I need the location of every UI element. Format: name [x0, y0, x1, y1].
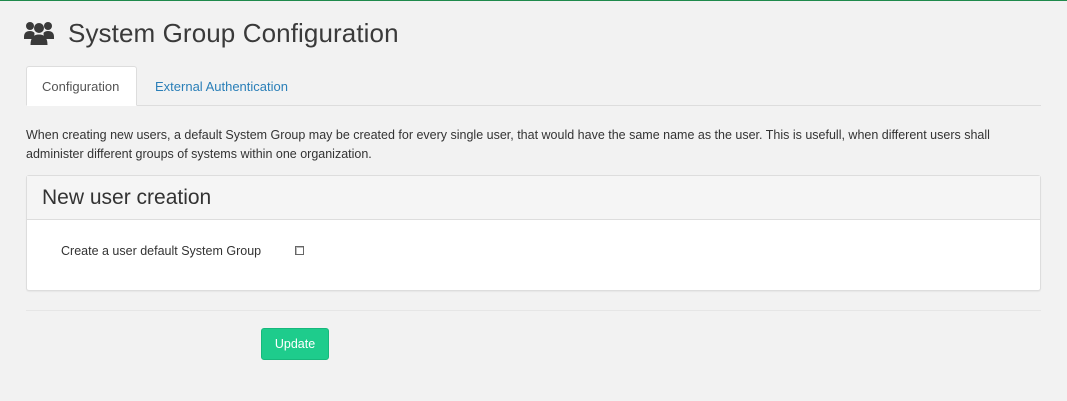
new-user-creation-panel: New user creation Create a user default …	[26, 175, 1041, 291]
page-header: System Group Configuration	[24, 0, 1041, 66]
tab-configuration[interactable]: Configuration	[26, 66, 137, 106]
page-title: System Group Configuration	[68, 17, 399, 48]
description-text: When creating new users, a default Syste…	[26, 128, 990, 161]
create-default-group-checkbox[interactable]	[295, 246, 304, 255]
update-button[interactable]: Update	[261, 328, 329, 360]
panel-heading: New user creation	[27, 176, 1040, 220]
page-content: System Group Configuration Configuration…	[24, 0, 1041, 311]
form-divider	[26, 310, 1041, 311]
users-icon	[24, 18, 54, 48]
create-default-group-label: Create a user default System Group	[61, 244, 262, 258]
panel-title: New user creation	[42, 185, 212, 209]
panel-body: Create a user default System Group	[27, 220, 1040, 290]
tab-bar: Configuration External Authentication	[26, 66, 1041, 106]
tab-external-authentication[interactable]: External Authentication	[137, 67, 303, 105]
